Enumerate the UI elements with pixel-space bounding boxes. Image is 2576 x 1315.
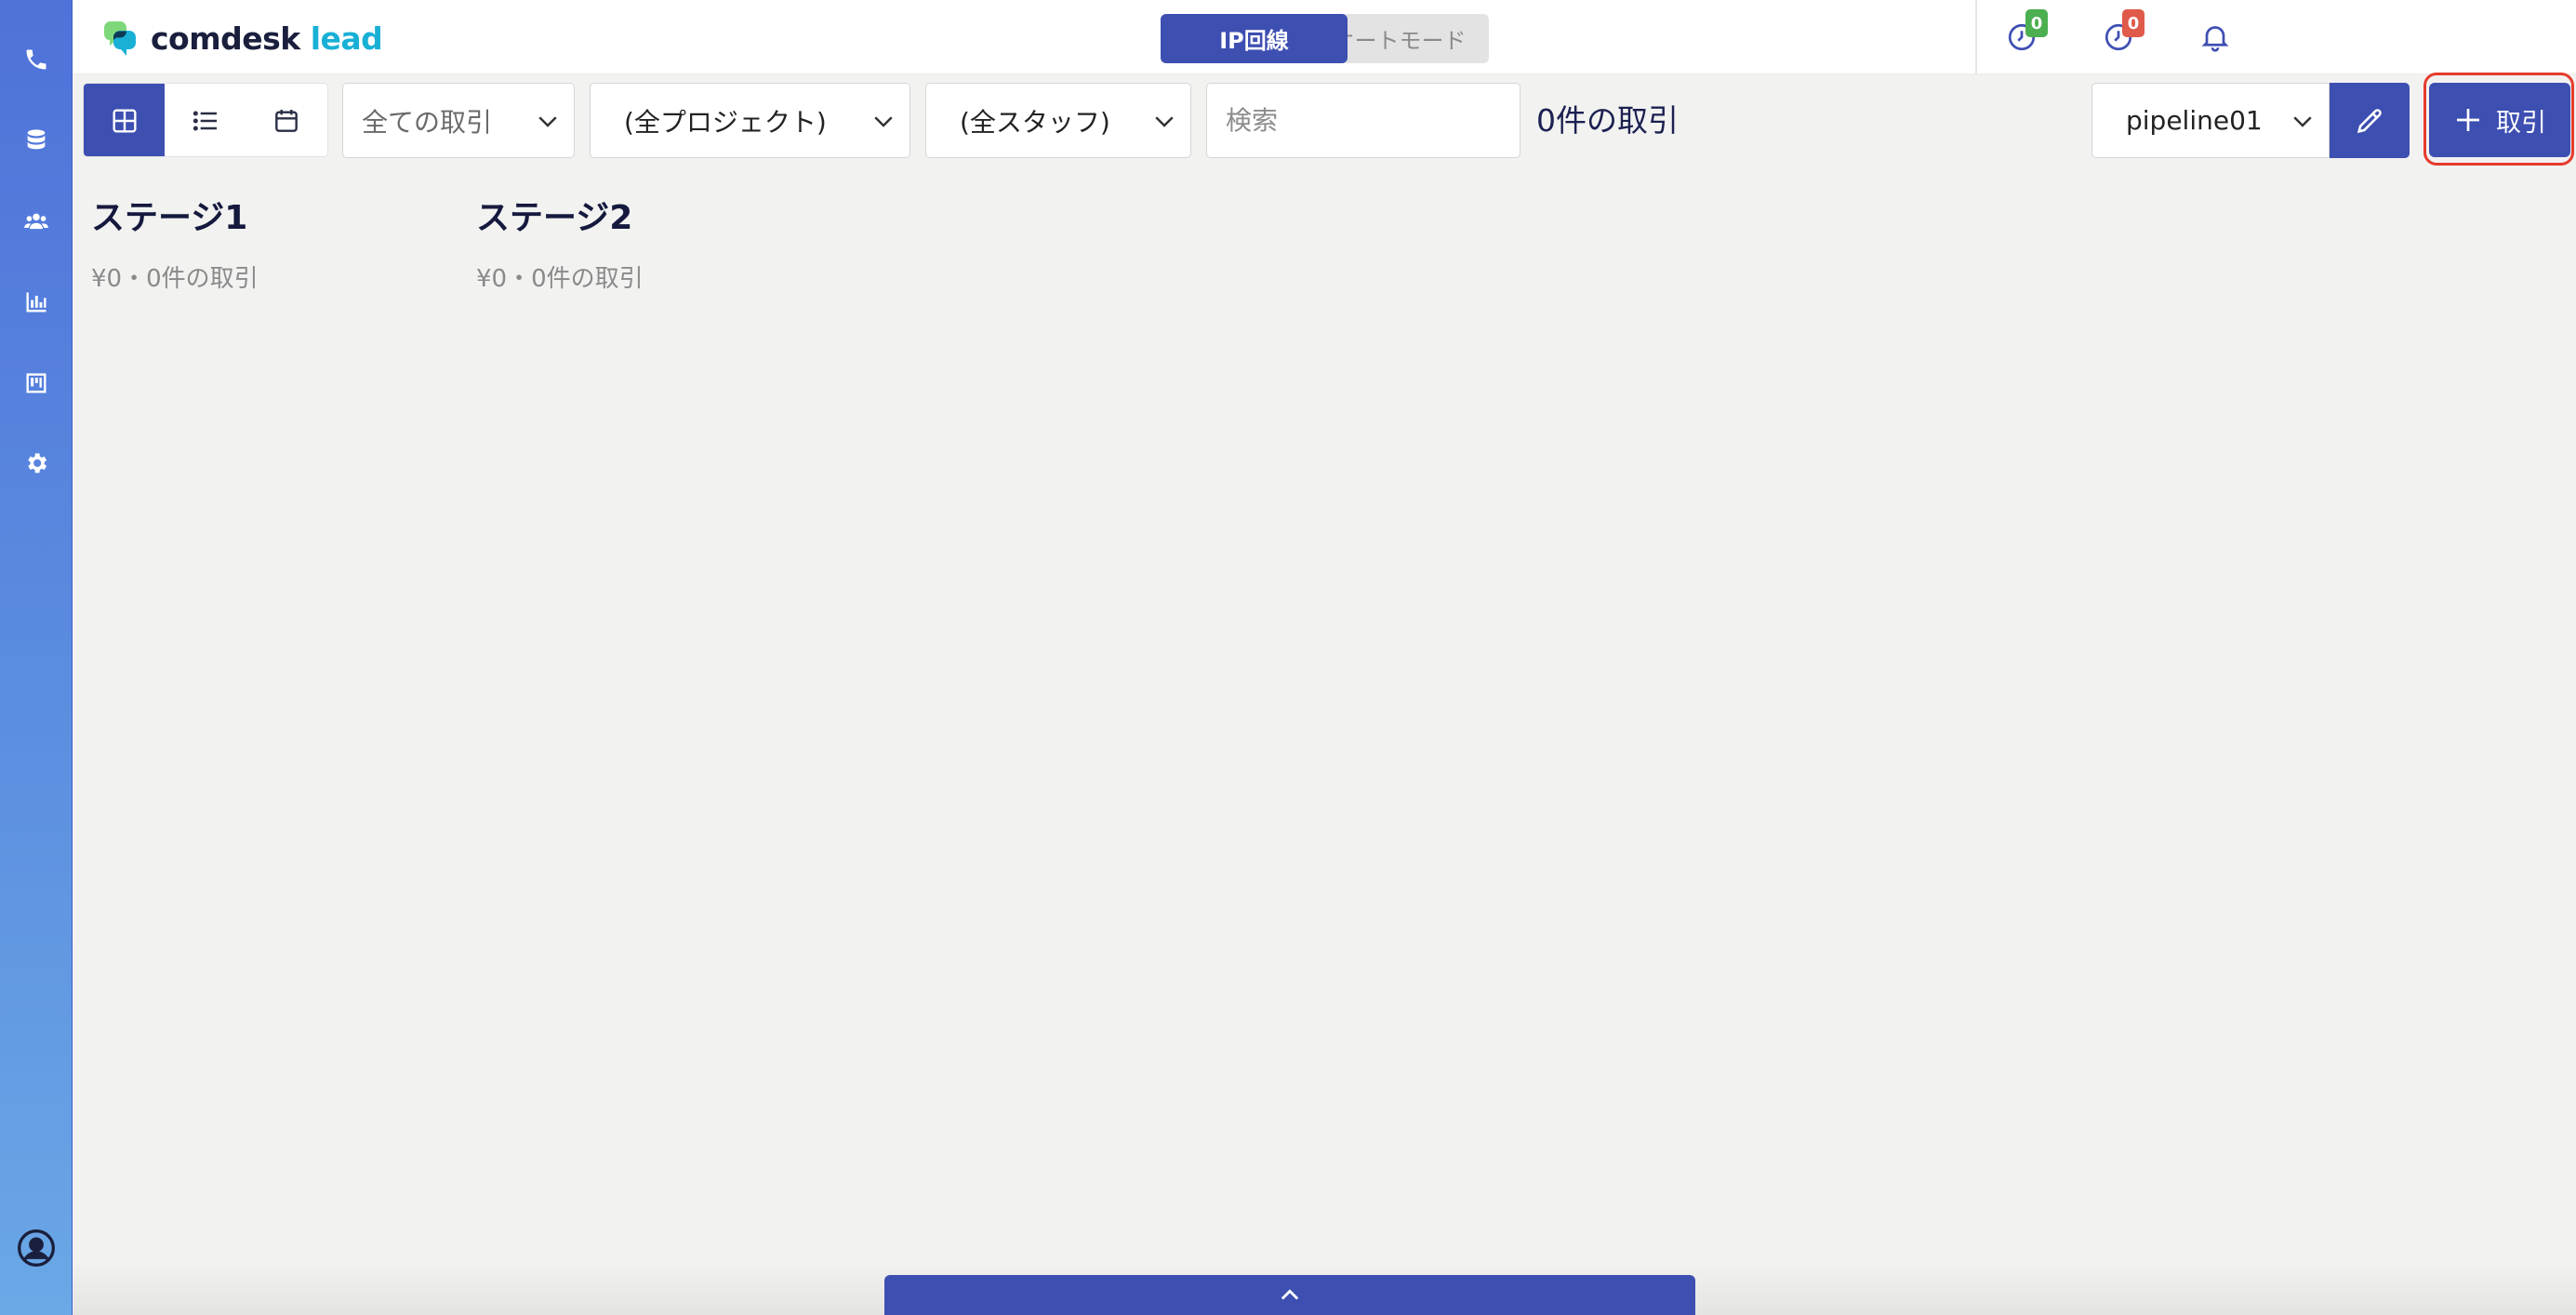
chevron-down-icon — [1138, 107, 1190, 135]
top-header: comdesk lead オートモード IP回線 0 0 — [73, 0, 2576, 74]
database-icon[interactable] — [18, 122, 55, 159]
stage-column: ステージ2 ¥0・0件の取引 — [476, 191, 644, 294]
add-deal-label: 取引 — [2496, 108, 2546, 138]
header-divider — [1975, 0, 1977, 74]
deals-filter-value: 全ての取引 — [362, 106, 493, 138]
user-account-icon[interactable] — [14, 1226, 59, 1270]
add-deal-button[interactable]: 取引 — [2429, 83, 2570, 157]
pencil-icon — [2357, 108, 2382, 133]
kanban-icon[interactable] — [18, 365, 55, 402]
view-switcher — [83, 83, 328, 157]
phone-icon[interactable] — [18, 41, 55, 78]
calendar-view-icon[interactable] — [246, 84, 327, 156]
sidebar — [0, 0, 73, 1315]
board-view-icon[interactable] — [84, 84, 166, 156]
clock-icon[interactable]: 0 — [2102, 9, 2144, 54]
chevron-down-icon — [857, 107, 910, 135]
project-filter-value: (全プロジェクト) — [624, 106, 827, 138]
gear-icon[interactable] — [18, 445, 55, 482]
stage-title: ステージ1 — [91, 199, 248, 237]
stage-summary: ¥0・0件の取引 — [476, 265, 644, 293]
bar-chart-icon[interactable] — [18, 284, 55, 321]
staff-filter-select[interactable]: (全スタッフ) — [925, 83, 1191, 158]
edit-pipeline-button[interactable] — [2330, 83, 2410, 158]
users-icon[interactable] — [18, 203, 55, 240]
clock-icon[interactable]: 0 — [2005, 9, 2048, 54]
search-input[interactable] — [1206, 83, 1520, 158]
chevron-down-icon — [522, 107, 574, 135]
stage-title: ステージ2 — [476, 199, 633, 237]
plus-icon — [2457, 109, 2479, 131]
stage-column: ステージ1 ¥0・0件の取引 — [91, 191, 259, 294]
chevron-up-icon — [1281, 1288, 1299, 1299]
deal-count: 0件の取引 — [1536, 102, 1679, 139]
brand-name: comdesk lead — [151, 20, 383, 57]
pipeline-value: pipeline01 — [2126, 105, 2263, 136]
chevron-down-icon — [2277, 107, 2329, 135]
clock-badge-red: 0 — [2122, 9, 2144, 37]
project-filter-select[interactable]: (全プロジェクト) — [590, 83, 910, 158]
brand-logo: comdesk lead — [99, 17, 383, 60]
deals-filter-select[interactable]: 全ての取引 — [342, 83, 575, 158]
staff-filter-value: (全スタッフ) — [960, 106, 1110, 138]
expand-panel-button[interactable] — [884, 1275, 1695, 1315]
logo-mark-icon — [104, 21, 136, 56]
stage-summary: ¥0・0件の取引 — [91, 265, 259, 293]
bell-icon[interactable] — [2198, 20, 2232, 54]
clock-badge-green: 0 — [2025, 9, 2048, 37]
ip-line-button[interactable]: IP回線 — [1161, 14, 1348, 63]
pipeline-select[interactable]: pipeline01 — [2091, 83, 2330, 158]
list-view-icon[interactable] — [165, 84, 246, 156]
